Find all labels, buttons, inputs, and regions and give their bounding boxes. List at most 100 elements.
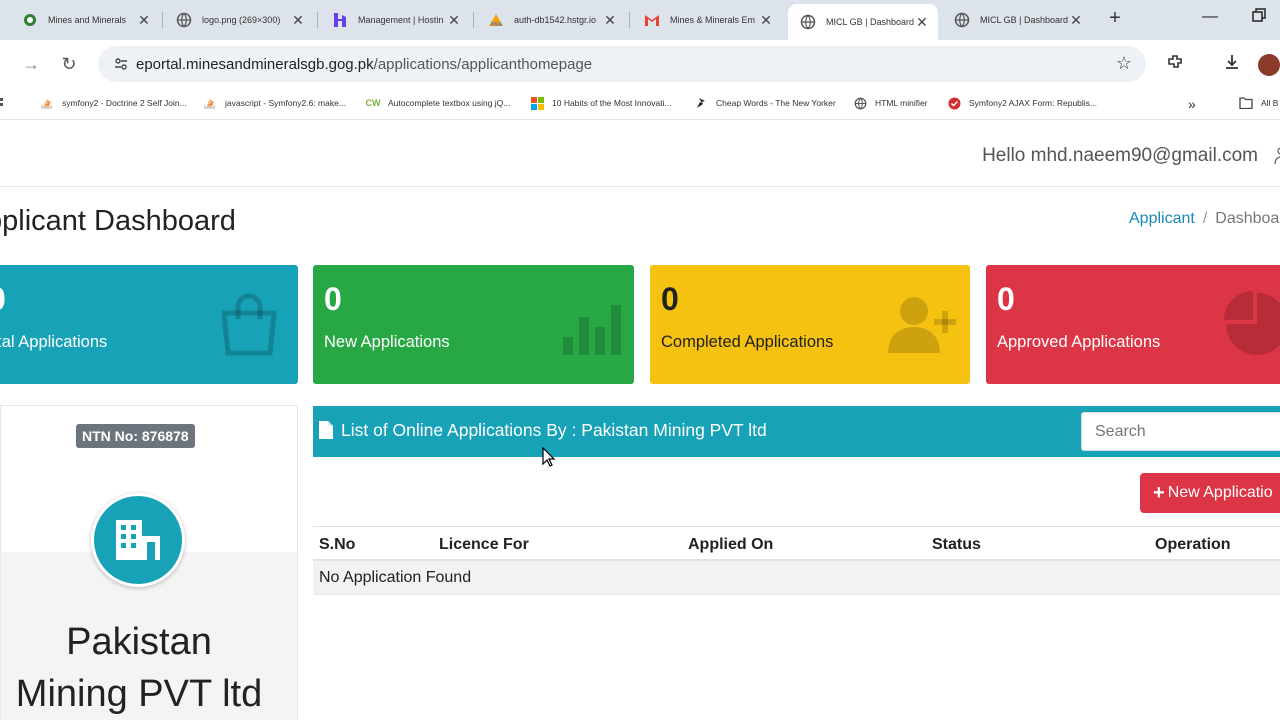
organization-avatar xyxy=(91,493,185,587)
browser-toolbar: → ↻ eportal.minesandmineralsgb.gog.pk/ap… xyxy=(0,40,1280,88)
bookmark-item[interactable]: Symfony2 AJAX Form: Republis... xyxy=(947,96,1097,110)
tab-divider xyxy=(473,12,474,28)
card-completed-applications[interactable]: 0 Completed Applications xyxy=(650,265,970,384)
column-header-sno[interactable]: S.No xyxy=(319,536,355,554)
extensions-icon[interactable] xyxy=(1164,53,1186,75)
column-header-licence-for[interactable]: Licence For xyxy=(439,536,529,554)
card-value: 0 xyxy=(661,281,679,317)
column-header-applied-on[interactable]: Applied On xyxy=(688,536,773,554)
gmail-icon xyxy=(644,12,660,28)
bookmark-item[interactable]: HTML minifier xyxy=(853,96,928,110)
bookmark-item[interactable]: 10 Habits of the Most Innovati... xyxy=(530,96,672,110)
close-icon[interactable]: ✕ xyxy=(446,12,462,29)
breadcrumb-current: Dashboa xyxy=(1215,210,1280,227)
all-bookmarks-label: All B xyxy=(1261,98,1279,108)
pie-chart-icon xyxy=(1224,291,1280,355)
close-icon[interactable]: ✕ xyxy=(1068,12,1084,29)
bookmarks-bar: symfony2 - Doctrine 2 Self Join... javas… xyxy=(0,88,1280,120)
bookmark-label: symfony2 - Doctrine 2 Self Join... xyxy=(62,98,187,108)
new-application-button[interactable]: + New Applicatio xyxy=(1140,473,1280,513)
browser-tab[interactable]: PMA auth-db1542.hstgr.io ✕ xyxy=(476,6,626,34)
globe-icon xyxy=(853,96,867,110)
globe-icon xyxy=(176,12,192,28)
bookmark-label: Cheap Words - The New Yorker xyxy=(716,98,836,108)
tab-title: auth-db1542.hstgr.io xyxy=(514,15,597,25)
url-path: /applications/applicanthomepage xyxy=(373,55,593,73)
profile-avatar[interactable] xyxy=(1258,54,1280,76)
newyorker-icon xyxy=(694,96,708,110)
tab-title: Mines & Minerals Em xyxy=(670,15,756,25)
restore-window-icon[interactable] xyxy=(1252,8,1266,27)
applications-list-title: List of Online Applications By : Pakista… xyxy=(341,420,767,440)
bookmark-star-icon[interactable]: ☆ xyxy=(1116,53,1132,74)
close-icon[interactable]: ✕ xyxy=(602,12,618,29)
apps-icon[interactable] xyxy=(0,96,6,110)
building-icon xyxy=(116,520,160,560)
user-plus-icon xyxy=(888,297,956,353)
tab-divider xyxy=(317,12,318,28)
reload-icon[interactable]: ↻ xyxy=(58,53,80,75)
bookmark-label: 10 Habits of the Most Innovati... xyxy=(552,98,672,108)
plus-icon: + xyxy=(1153,481,1165,504)
close-icon[interactable]: ✕ xyxy=(758,12,774,29)
browser-tab[interactable]: Management | Hostin ✕ xyxy=(320,6,470,34)
close-icon[interactable]: ✕ xyxy=(914,14,930,31)
organization-name-line: Pakistan xyxy=(66,621,212,663)
more-bookmarks-icon[interactable]: » xyxy=(1188,96,1196,112)
site-settings-icon[interactable] xyxy=(114,57,128,71)
bookmark-item[interactable]: javascript - Symfony2.6: make... xyxy=(203,96,346,110)
new-tab-button[interactable]: + xyxy=(1104,8,1126,30)
tab-title: MICL GB | Dashboard xyxy=(980,15,1068,25)
user-icon[interactable] xyxy=(1273,147,1280,165)
folder-icon xyxy=(1239,96,1253,110)
browser-tab[interactable]: Mines & Minerals Em ✕ xyxy=(632,6,782,34)
card-total-applications[interactable]: 0 otal Applications xyxy=(0,265,298,384)
browser-tab[interactable]: MICL GB | Dashboard ✕ xyxy=(942,6,1092,34)
browser-tab[interactable]: Mines and Minerals ✕ xyxy=(10,6,160,34)
column-header-status[interactable]: Status xyxy=(932,536,981,554)
forward-icon[interactable]: → xyxy=(20,53,42,75)
close-icon[interactable]: ✕ xyxy=(136,12,152,29)
bar-chart-icon xyxy=(563,305,621,355)
card-label: otal Applications xyxy=(0,333,108,351)
bookmark-label: Autocomplete textbox using jQ... xyxy=(388,98,511,108)
close-icon[interactable]: ✕ xyxy=(290,12,306,29)
bookmark-item[interactable]: Cheap Words - The New Yorker xyxy=(694,96,836,110)
shopping-bag-icon xyxy=(221,293,277,356)
bookmark-item[interactable]: symfony2 - Doctrine 2 Self Join... xyxy=(40,96,187,110)
breadcrumb-link[interactable]: Applicant xyxy=(1129,210,1195,227)
profile-panel: NTN No: 876878 Pakistan Mining PVT ltd xyxy=(0,405,298,720)
tab-title: logo.png (269×300) xyxy=(202,15,281,25)
empty-table-message: No Application Found xyxy=(313,561,1280,595)
browser-tab[interactable]: logo.png (269×300) ✕ xyxy=(164,6,314,34)
user-greeting[interactable]: Hello mhd.naeem90@gmail.com xyxy=(982,145,1258,167)
globe-icon xyxy=(800,14,816,30)
card-approved-applications[interactable]: 0 Approved Applications xyxy=(986,265,1280,384)
url-text[interactable]: eportal.minesandmineralsgb.gog.pk/applic… xyxy=(136,56,592,73)
top-navbar: Hello mhd.naeem90@gmail.com xyxy=(0,121,1280,187)
bookmark-item[interactable]: CW Autocomplete textbox using jQ... xyxy=(366,96,511,110)
tab-title: Management | Hostin xyxy=(358,15,444,25)
ntn-badge: NTN No: 876878 xyxy=(76,424,195,448)
globe-icon xyxy=(954,12,970,28)
column-header-operation[interactable]: Operation xyxy=(1155,536,1231,554)
address-bar[interactable]: eportal.minesandmineralsgb.gog.pk/applic… xyxy=(98,46,1146,82)
all-bookmarks[interactable]: All B xyxy=(1239,96,1278,110)
organization-name-line: Mining PVT ltd xyxy=(15,673,263,715)
download-icon[interactable] xyxy=(1221,53,1243,75)
browser-tab-active[interactable]: MICL GB | Dashboard ✕ xyxy=(788,4,938,40)
minimize-icon[interactable]: — xyxy=(1202,8,1218,26)
card-value: 0 xyxy=(0,281,6,318)
card-new-applications[interactable]: 0 New Applications xyxy=(313,265,634,384)
card-value: 0 xyxy=(324,281,342,317)
new-application-label: New Applicatio xyxy=(1167,484,1273,501)
table-header-row: S.No Licence For Applied On Status Opera… xyxy=(313,526,1280,561)
bookmark-label: javascript - Symfony2.6: make... xyxy=(225,98,346,108)
card-label: Completed Applications xyxy=(661,333,834,351)
search-input[interactable] xyxy=(1081,412,1280,451)
browser-tab-bar: Mines and Minerals ✕ logo.png (269×300) … xyxy=(0,0,1280,40)
tab-divider xyxy=(162,12,163,28)
card-label: Approved Applications xyxy=(997,333,1161,351)
svg-text:PMA: PMA xyxy=(491,22,503,28)
tab-divider xyxy=(629,12,630,28)
